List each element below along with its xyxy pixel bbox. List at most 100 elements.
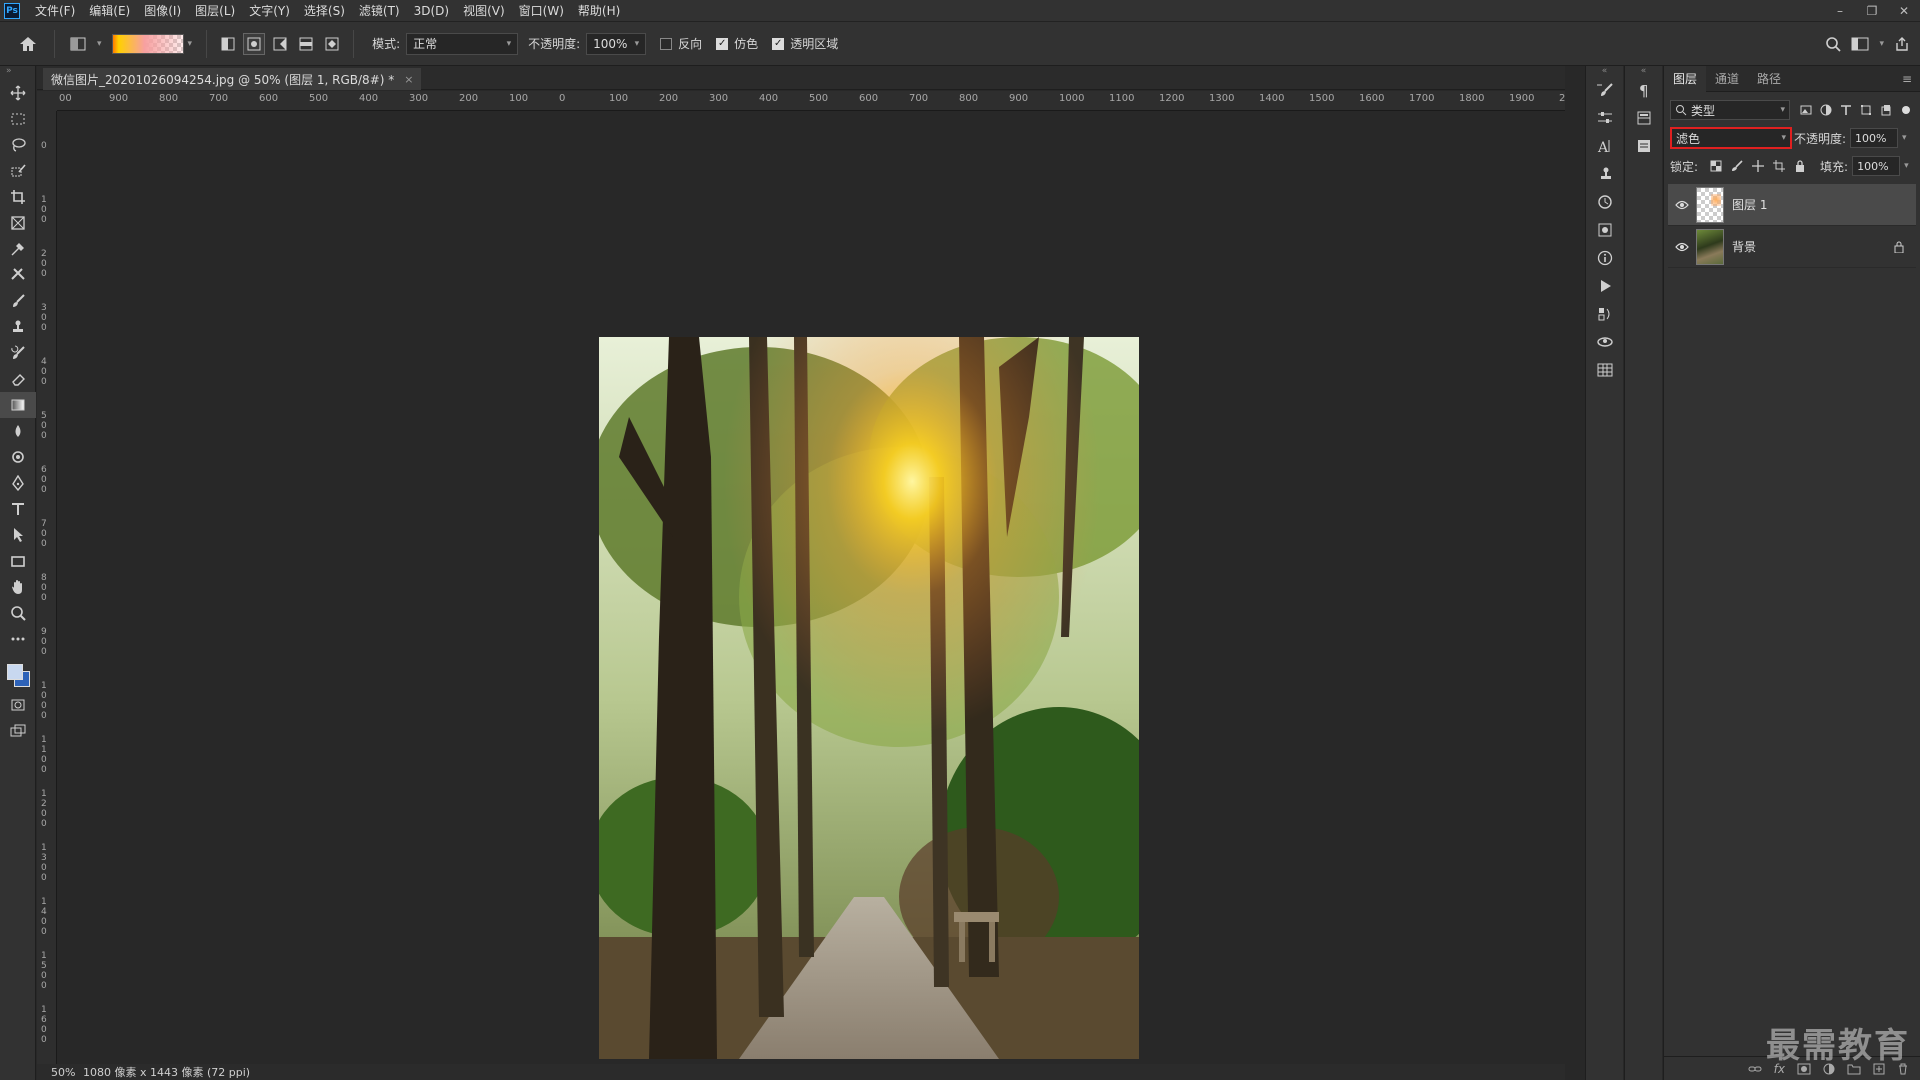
brush-tool-icon[interactable] <box>0 288 36 314</box>
dither-checkbox[interactable]: ✓ 仿色 <box>716 35 758 52</box>
frame-tool-icon[interactable] <box>0 210 36 236</box>
menu-type[interactable]: 文字(Y) <box>242 0 297 22</box>
panel-menu-icon[interactable]: ≡ <box>1902 72 1912 86</box>
ruler-corner[interactable] <box>37 91 57 111</box>
object-selection-tool-icon[interactable] <box>0 158 36 184</box>
reverse-checkbox-box[interactable] <box>660 37 673 50</box>
filter-type-icon[interactable] <box>1840 104 1852 116</box>
filter-smart-object-icon[interactable] <box>1880 104 1892 116</box>
glyphs-icon[interactable] <box>1625 104 1663 132</box>
blur-tool-icon[interactable] <box>0 418 36 444</box>
dither-checkbox-box[interactable]: ✓ <box>716 37 729 50</box>
linear-gradient-button[interactable] <box>217 33 239 55</box>
gradient-picker[interactable] <box>111 33 184 54</box>
notes-icon[interactable] <box>1625 132 1663 160</box>
search-icon[interactable] <box>1825 36 1842 52</box>
restore-icon[interactable]: ❐ <box>1856 0 1888 22</box>
document-tab[interactable]: 微信图片_20201026094254.jpg @ 50% (图层 1, RGB… <box>43 68 422 90</box>
filter-shape-icon[interactable] <box>1860 104 1872 116</box>
document-info[interactable]: 1080 像素 x 1443 像素 (72 ppi) <box>83 1064 250 1080</box>
info-icon[interactable] <box>1586 244 1624 272</box>
chevron-down-icon[interactable]: ▾ <box>188 39 193 49</box>
eye-icon[interactable] <box>1668 242 1696 252</box>
character-icon[interactable]: A <box>1586 132 1624 160</box>
tab-layers[interactable]: 图层 <box>1664 65 1707 92</box>
opacity-input[interactable]: 100% ▾ <box>586 32 647 55</box>
chevron-down-icon[interactable]: ▾ <box>1904 161 1909 171</box>
layer-opacity-input[interactable]: 100% <box>1850 128 1899 148</box>
zoom-tool-icon[interactable] <box>0 600 36 626</box>
dodge-tool-icon[interactable] <box>0 444 36 470</box>
3d-icon[interactable] <box>1586 328 1624 356</box>
layer-filter-select[interactable]: 类型 ▾ <box>1670 100 1790 120</box>
layer-name[interactable]: 背景 <box>1732 238 1756 255</box>
pen-tool-icon[interactable] <box>0 470 36 496</box>
brush-settings-icon[interactable] <box>1586 76 1624 104</box>
workspace-icon[interactable] <box>1851 36 1869 52</box>
menu-help[interactable]: 帮助(H) <box>571 0 627 22</box>
chevron-down-icon[interactable]: ▾ <box>1902 133 1907 143</box>
chevron-down-icon[interactable]: ▾ <box>97 39 102 49</box>
foreground-color-swatch[interactable] <box>7 664 23 680</box>
lock-artboard-icon[interactable] <box>1773 160 1786 172</box>
lock-position-icon[interactable] <box>1752 160 1765 172</box>
type-tool-icon[interactable] <box>0 496 36 522</box>
lock-all-icon[interactable] <box>1794 160 1806 172</box>
tab-channels[interactable]: 通道 <box>1706 66 1748 92</box>
eye-icon[interactable] <box>1668 200 1696 210</box>
blend-mode-select[interactable]: 滤色 ▾ <box>1670 127 1792 149</box>
lock-transparent-icon[interactable] <box>1710 160 1722 172</box>
gradient-tool-icon[interactable] <box>0 392 36 418</box>
expand-toolbar-icon[interactable]: » <box>0 66 35 80</box>
reflected-gradient-button[interactable] <box>295 33 317 55</box>
screen-mode-icon[interactable] <box>0 718 36 744</box>
collapse-icon[interactable]: « <box>1586 66 1623 76</box>
menu-window[interactable]: 窗口(W) <box>512 0 571 22</box>
lock-pixels-icon[interactable] <box>1731 160 1743 172</box>
horizontal-ruler[interactable]: 00 900 800 700 600 500 400 300 200 100 0 100 200 300 4… <box>57 91 1565 111</box>
radial-gradient-button[interactable] <box>243 32 266 55</box>
move-tool-icon[interactable] <box>0 80 36 106</box>
layer-comps-icon[interactable] <box>1586 300 1624 328</box>
table-icon[interactable] <box>1586 356 1624 384</box>
document-image[interactable] <box>599 337 1139 1059</box>
layer-name[interactable]: 图层 1 <box>1732 196 1767 213</box>
tab-paths[interactable]: 路径 <box>1748 66 1790 92</box>
chevron-down-icon[interactable]: ▾ <box>1879 39 1884 49</box>
patterns-icon[interactable] <box>1586 216 1624 244</box>
angle-gradient-button[interactable] <box>269 33 291 55</box>
lasso-tool-icon[interactable] <box>0 132 36 158</box>
fill-input[interactable]: 100% <box>1852 156 1901 176</box>
close-icon[interactable]: × <box>404 73 413 86</box>
eraser-tool-icon[interactable] <box>0 366 36 392</box>
transparency-checkbox[interactable]: ✓ 透明区域 <box>772 35 838 52</box>
menu-3d[interactable]: 3D(D) <box>407 0 456 22</box>
filter-pixel-icon[interactable] <box>1800 104 1812 116</box>
vertical-ruler[interactable]: 0 100 200 300 400 500 600 700 800 900 1000 1100 1200… <box>37 111 57 1064</box>
layer-row[interactable]: 图层 1 <box>1668 184 1916 226</box>
close-icon[interactable]: ✕ <box>1888 0 1920 22</box>
adjustments-icon[interactable] <box>1586 104 1624 132</box>
reverse-checkbox[interactable]: 反向 <box>660 35 702 52</box>
menu-layer[interactable]: 图层(L) <box>188 0 242 22</box>
menu-edit[interactable]: 编辑(E) <box>82 0 137 22</box>
share-icon[interactable] <box>1894 36 1910 52</box>
paragraph-icon[interactable]: ¶ <box>1625 76 1663 104</box>
menu-select[interactable]: 选择(S) <box>297 0 352 22</box>
more-tools-icon[interactable] <box>0 626 36 652</box>
eyedropper-tool-icon[interactable] <box>0 236 36 262</box>
crop-tool-icon[interactable] <box>0 184 36 210</box>
canvas-area[interactable] <box>57 111 1565 1064</box>
path-selection-tool-icon[interactable] <box>0 522 36 548</box>
history-icon[interactable] <box>1586 188 1624 216</box>
link-layers-icon[interactable] <box>1748 1063 1762 1075</box>
menu-filter[interactable]: 滤镜(T) <box>352 0 407 22</box>
layer-row[interactable]: 背景 <box>1668 226 1916 268</box>
transparency-checkbox-box[interactable]: ✓ <box>772 37 785 50</box>
clone-source-icon[interactable] <box>1586 160 1624 188</box>
filter-toggle-icon[interactable] <box>1900 104 1912 116</box>
zoom-level[interactable]: 50% <box>37 1066 83 1079</box>
collapse-icon[interactable]: « <box>1625 66 1662 76</box>
mode-select[interactable]: 正常 ▾ <box>406 32 519 55</box>
minimize-icon[interactable]: – <box>1824 0 1856 22</box>
